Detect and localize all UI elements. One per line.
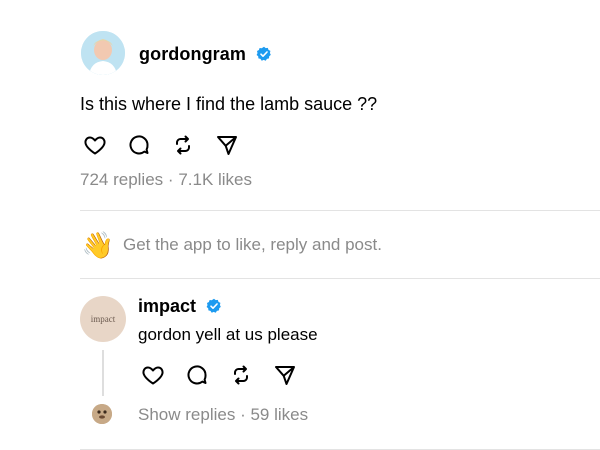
replier-avatar[interactable] [92, 404, 112, 424]
username[interactable]: impact [138, 296, 196, 316]
reply-actions [138, 360, 314, 390]
reply-text: gordon yell at us please [138, 325, 318, 344]
avatar[interactable] [81, 31, 125, 75]
post-text: Is this where I find the lamb sauce ?? [80, 94, 378, 114]
username[interactable]: gordongram [139, 44, 246, 64]
repost-button[interactable] [168, 130, 198, 160]
reply-author-row: impact [138, 296, 222, 317]
repost-icon [176, 135, 190, 155]
replies-count-link[interactable]: 724 replies [80, 170, 163, 189]
separator: · [167, 170, 174, 189]
heart-icon [84, 136, 106, 155]
like-button[interactable] [80, 130, 110, 160]
thread-line [102, 350, 104, 396]
send-icon [217, 136, 237, 155]
replier-photo [92, 404, 112, 424]
post-author-row: gordongram [139, 44, 272, 65]
likes-count-link[interactable]: 59 likes [250, 405, 308, 424]
post-actions [80, 130, 256, 160]
main-post: gordongram Is this where I find the lamb… [0, 0, 600, 210]
comment-icon [187, 365, 207, 385]
likes-count-link[interactable]: 7.1K likes [178, 170, 252, 189]
avatar-logo-text: impact [90, 314, 116, 324]
waving-hand-icon: 👋 [81, 229, 115, 260]
share-button[interactable] [270, 360, 300, 390]
comment-icon [129, 135, 149, 155]
divider [80, 210, 600, 211]
show-replies-link[interactable]: Show replies [138, 405, 235, 424]
profile-photo [81, 31, 125, 75]
repost-button[interactable] [226, 360, 256, 390]
share-button[interactable] [212, 130, 242, 160]
avatar[interactable]: impact [80, 296, 126, 342]
repost-icon [234, 365, 248, 385]
verified-badge-icon [206, 298, 221, 313]
post-stats: 724 replies · 7.1K likes [80, 170, 252, 190]
reply-button[interactable] [124, 130, 154, 160]
send-icon [275, 366, 295, 385]
divider [80, 278, 600, 279]
separator: · [240, 405, 246, 424]
get-app-text[interactable]: Get the app to like, reply and post. [123, 235, 382, 255]
reply-button[interactable] [182, 360, 212, 390]
like-button[interactable] [138, 360, 168, 390]
reply-stats: Show replies · 59 likes [138, 405, 308, 425]
heart-icon [142, 366, 164, 385]
verified-badge-icon [256, 46, 271, 61]
get-app-banner[interactable]: 👋 Get the app to like, reply and post. [80, 227, 382, 263]
